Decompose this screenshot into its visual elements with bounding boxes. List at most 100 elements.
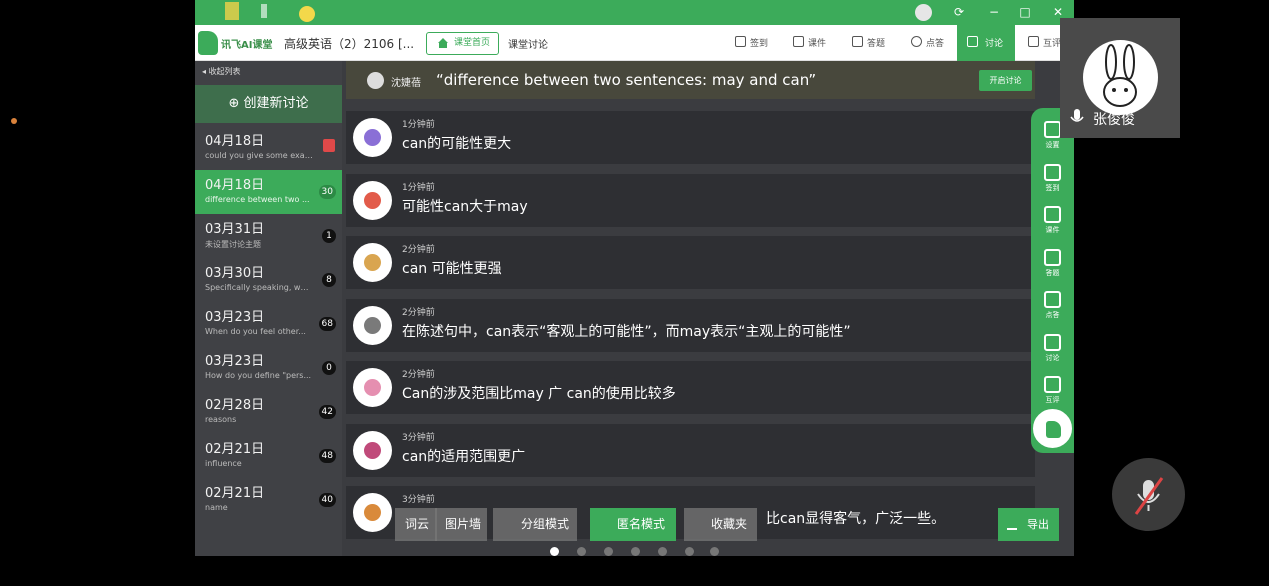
start-discussion-button[interactable]: 开启讨论 bbox=[979, 70, 1032, 91]
reply-avatar bbox=[353, 305, 392, 345]
item-date: 02月21日 bbox=[205, 486, 265, 501]
reply-avatar bbox=[353, 368, 392, 407]
page-dot[interactable] bbox=[577, 547, 586, 556]
reply-count-badge: 8 bbox=[322, 273, 336, 287]
reply-item[interactable]: 1分钟前 can的可能性更大 bbox=[346, 111, 1035, 164]
anonymous-mode-button[interactable]: 匿名模式 bbox=[590, 508, 676, 541]
chart-icon bbox=[1044, 376, 1061, 393]
refresh-icon[interactable]: ⟳ bbox=[951, 4, 967, 20]
group-mode-button[interactable]: 分组模式 bbox=[493, 508, 577, 541]
mic-off-icon bbox=[1134, 477, 1164, 515]
item-date: 02月28日 bbox=[205, 398, 265, 413]
question-text: “difference between two sentences: may a… bbox=[436, 71, 817, 89]
toolbar-item-discussion[interactable]: 讨论 bbox=[957, 25, 1015, 61]
app-logo-icon bbox=[1046, 421, 1061, 438]
reply-item[interactable]: 1分钟前 可能性can大于may bbox=[346, 173, 1035, 227]
rail-item[interactable]: 课件 bbox=[1031, 201, 1074, 241]
item-date: 03月30日 bbox=[205, 266, 265, 281]
discussion-list-item[interactable]: 04月18日 difference between two ... 30 bbox=[195, 170, 342, 214]
reply-text: can的可能性更大 bbox=[402, 136, 512, 152]
trash-icon[interactable] bbox=[323, 139, 335, 152]
page-dot[interactable] bbox=[604, 547, 613, 556]
course-selector[interactable]: 高级英语（2）2106 [... bbox=[284, 35, 414, 52]
toolbar-item-courseware[interactable]: 课件 bbox=[793, 36, 826, 49]
reply-time: 3分钟前 bbox=[402, 432, 435, 443]
reply-time: 2分钟前 bbox=[402, 307, 435, 318]
reply-text: can 可能性更强 bbox=[402, 261, 502, 277]
rail-item[interactable]: 互评 bbox=[1031, 371, 1074, 411]
rail-item[interactable]: 签到 bbox=[1031, 159, 1074, 199]
create-discussion-button[interactable]: ⊕ 创建新讨论 bbox=[195, 85, 342, 123]
discussion-list-item[interactable]: 04月18日 could you give some exam... bbox=[195, 126, 342, 170]
reply-item[interactable]: 2分钟前 Can的涉及范围比may 广 can的使用比较多 bbox=[346, 361, 1035, 414]
reply-avatar bbox=[353, 118, 392, 157]
home-label: 课堂首页 bbox=[454, 38, 491, 48]
reply-time: 1分钟前 bbox=[402, 120, 435, 130]
toolbar-item-signin[interactable]: 签到 bbox=[735, 36, 768, 49]
rail-item-label: 讨论 bbox=[1045, 353, 1060, 362]
author-avatar bbox=[367, 72, 384, 89]
mute-button[interactable] bbox=[1112, 458, 1185, 531]
toolbar-item-call[interactable]: 点答 bbox=[911, 36, 944, 49]
discussion-list-item[interactable]: 02月21日 influence 48 bbox=[195, 434, 342, 478]
discussion-list-item[interactable]: 02月28日 reasons 42 bbox=[195, 390, 342, 434]
item-subtitle: name bbox=[205, 503, 228, 512]
page-dot[interactable] bbox=[631, 547, 640, 556]
reply-item[interactable]: 3分钟前 can的适用范围更广 bbox=[346, 423, 1035, 477]
check-icon bbox=[1044, 291, 1061, 308]
user-avatar[interactable] bbox=[915, 4, 932, 21]
app-logo-text: 讯飞AI课堂 bbox=[221, 40, 273, 51]
rail-item-label: 设置 bbox=[1045, 141, 1060, 149]
page-dot[interactable] bbox=[658, 547, 667, 556]
reply-count-badge: 48 bbox=[318, 449, 336, 463]
reply-avatar bbox=[353, 180, 392, 220]
item-subtitle: How do you define "pers... bbox=[205, 371, 312, 380]
rail-item-label: 签到 bbox=[1045, 183, 1060, 192]
home-button[interactable]: 课堂首页 bbox=[426, 32, 499, 55]
minimize-icon[interactable]: − bbox=[986, 4, 1002, 20]
collapse-list-button[interactable]: ◂ 收起列表 bbox=[202, 66, 241, 77]
rail-item[interactable]: 答题 bbox=[1031, 244, 1074, 284]
discussion-list-item[interactable]: 03月23日 How do you define "pers... 0 bbox=[195, 346, 342, 390]
reply-text: 可能性can大于may bbox=[402, 198, 528, 215]
item-date: 04月18日 bbox=[205, 178, 265, 193]
indicator-dot bbox=[11, 118, 17, 124]
rail-item[interactable]: 讨论 bbox=[1031, 329, 1074, 369]
rail-app-button[interactable] bbox=[1031, 407, 1074, 450]
reply-text: Can的涉及范围比may 广 can的使用比较多 bbox=[402, 386, 676, 402]
play-icon bbox=[793, 36, 804, 47]
reply-item[interactable]: 2分钟前 can 可能性更强 bbox=[346, 236, 1035, 289]
discussion-list-item[interactable]: 03月30日 Specifically speaking, wha... 8 bbox=[195, 258, 342, 302]
maximize-icon[interactable]: □ bbox=[1017, 4, 1033, 20]
page-dot[interactable] bbox=[550, 547, 559, 556]
favorites-button[interactable]: 收藏夹 bbox=[684, 508, 757, 541]
reply-count-badge: 40 bbox=[318, 493, 336, 507]
item-date: 02月21日 bbox=[205, 442, 265, 457]
toolbar-item-quiz[interactable]: 答题 bbox=[852, 36, 885, 49]
reply-text: 比can显得客气，广泛一些。 bbox=[766, 511, 946, 527]
rail-item[interactable]: 点答 bbox=[1031, 286, 1074, 326]
reply-item[interactable]: 2分钟前 在陈述句中，can表示“客观上的可能性”，而may表示“主观上的可能性… bbox=[346, 298, 1035, 352]
tab-discussion[interactable]: 课堂讨论 bbox=[508, 36, 548, 51]
video-tile[interactable]: 张俊俊 bbox=[1060, 18, 1180, 138]
item-subtitle: influence bbox=[205, 459, 242, 468]
discussion-list-item[interactable]: 03月23日 When do you feel other... 68 bbox=[195, 302, 342, 346]
reply-count-badge: 0 bbox=[322, 361, 336, 375]
title-decoration bbox=[225, 2, 315, 22]
discussion-list-item[interactable]: 02月21日 name 40 bbox=[195, 478, 342, 522]
page-dot[interactable] bbox=[710, 547, 719, 556]
check-icon bbox=[911, 36, 922, 47]
rabbit-avatar bbox=[1083, 40, 1158, 115]
item-date: 03月23日 bbox=[205, 354, 265, 369]
bookmark-icon bbox=[1044, 121, 1061, 138]
rail-item-label: 点答 bbox=[1045, 311, 1060, 319]
wordcloud-button[interactable]: 词云 bbox=[395, 508, 437, 541]
item-subtitle: could you give some exam... bbox=[205, 151, 313, 160]
export-button[interactable]: 导出 bbox=[998, 508, 1059, 541]
picture-wall-button[interactable]: 图片墙 bbox=[435, 508, 487, 541]
reply-avatar bbox=[353, 493, 392, 532]
calendar-icon bbox=[735, 36, 746, 47]
page-dot[interactable] bbox=[685, 547, 694, 556]
discussion-list-item[interactable]: 03月31日 未设置讨论主题 1 bbox=[195, 214, 342, 258]
toolbar-item-review[interactable]: 互评 bbox=[1028, 36, 1061, 49]
